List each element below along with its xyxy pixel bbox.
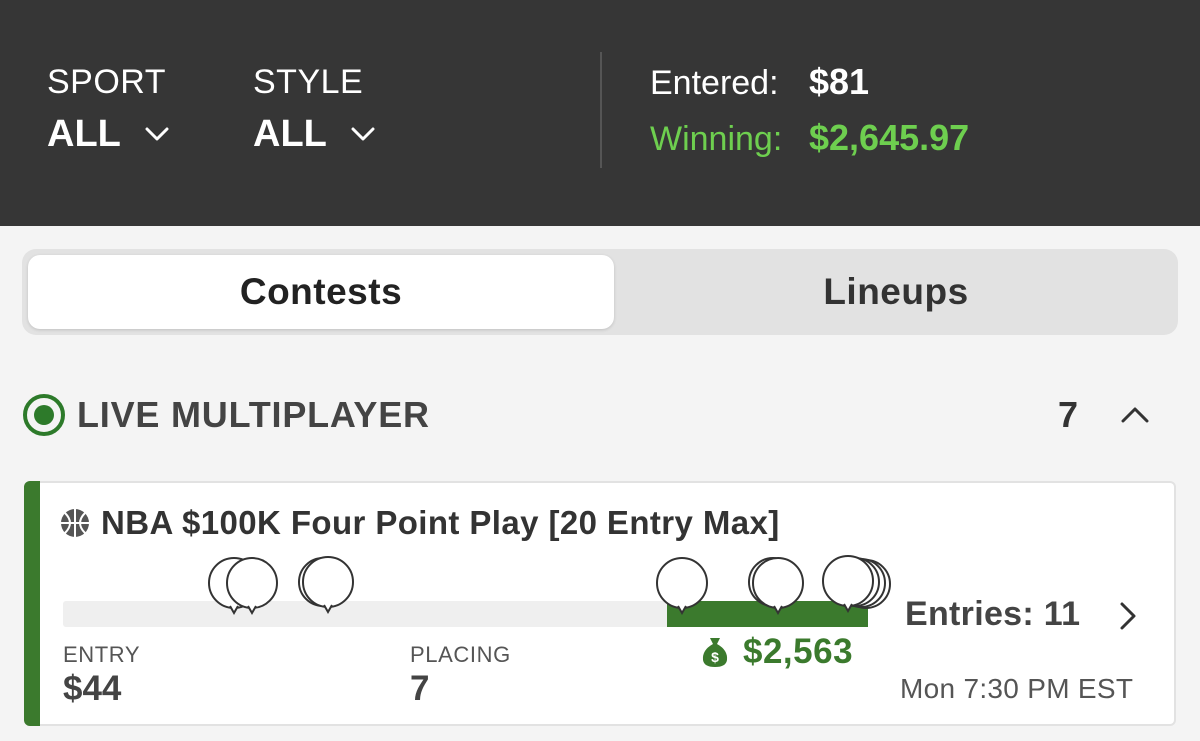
sport-filter-value[interactable]: ALL (47, 112, 169, 156)
entered-row: Entered: $81 (650, 62, 969, 118)
entered-label: Entered: (650, 64, 779, 102)
header-divider (600, 52, 602, 168)
prize-amount: $2,563 (743, 632, 854, 671)
sport-filter-selected: ALL (47, 113, 121, 155)
money-bag-icon: $ (702, 638, 728, 667)
sport-filter-label: SPORT (47, 63, 167, 101)
section-title: LIVE MULTIPLAYER (77, 394, 430, 435)
chevron-down-icon (351, 127, 375, 141)
style-filter-selected: ALL (253, 113, 327, 155)
style-filter-label: STYLE (253, 63, 364, 101)
winning-label: Winning: (650, 120, 783, 158)
svg-text:$: $ (711, 649, 719, 665)
style-filter[interactable]: STYLE ALL (253, 62, 375, 156)
contest-start-time: Mon 7:30 PM EST (900, 673, 1134, 704)
tab-lineups[interactable]: Lineups (620, 255, 1172, 329)
entries-count[interactable]: Entries: 11 (905, 594, 1080, 634)
entered-value: $81 (809, 61, 870, 102)
contest-title[interactable]: NBA $100K Four Point Play [20 Entry Max] (101, 502, 780, 544)
live-status-stripe (24, 481, 40, 726)
chevron-right-icon[interactable] (1118, 601, 1138, 631)
entry-fee-label: ENTRY (63, 642, 141, 667)
style-filter-value[interactable]: ALL (253, 112, 375, 156)
totals-summary: Entered: $81 Winning: $2,645.97 (650, 62, 969, 174)
chevron-down-icon (145, 127, 169, 141)
tab-contests[interactable]: Contests (28, 255, 614, 329)
placing-value: 7 (410, 669, 430, 708)
section-count: 7 (1058, 394, 1079, 435)
standings-track (63, 601, 868, 627)
chevron-up-icon[interactable] (1120, 404, 1150, 424)
live-indicator-icon (23, 394, 65, 436)
placing-label: PLACING (410, 642, 511, 667)
view-toggle: Contests Lineups (22, 249, 1178, 335)
basketball-icon (61, 509, 89, 537)
winning-value: $2,645.97 (809, 117, 970, 158)
entry-fee-value: $44 (63, 669, 122, 708)
winning-row: Winning: $2,645.97 (650, 118, 969, 174)
sport-filter[interactable]: SPORT ALL (47, 62, 169, 156)
header-bar: SPORT ALL STYLE ALL Entered: $81 Winning… (0, 0, 1200, 226)
winning-zone-bar (666, 601, 868, 627)
